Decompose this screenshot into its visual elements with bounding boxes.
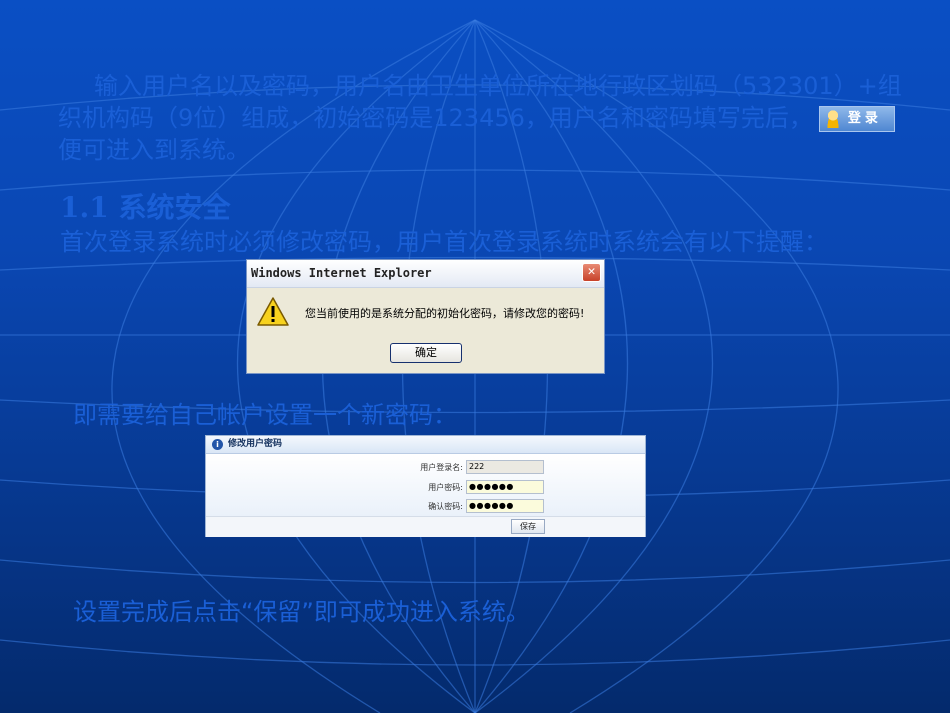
password-row: 用户密码: ●●●●●● <box>206 480 645 496</box>
password-field[interactable]: ●●●●●● <box>466 480 544 494</box>
change-password-panel: i 修改用户密码 用户登录名: 222 用户密码: ●●●●●● 确认密码: ●… <box>205 435 646 537</box>
username-row: 用户登录名: 222 <box>206 460 645 476</box>
user-icon <box>825 110 840 128</box>
close-icon[interactable]: ✕ <box>582 263 601 282</box>
set-password-text: 即需要给自己帐户设置一个新密码： <box>73 401 457 429</box>
intro-paragraph: 输入用户名以及密码，用户名由卫生单位所在地行政区划码（532301）+组织机构码… <box>58 70 918 166</box>
panel-body: 用户登录名: 222 用户密码: ●●●●●● 确认密码: ●●●●●● <box>206 454 645 516</box>
info-icon: i <box>212 439 223 450</box>
intro-text-before: 输入用户名以及密码，用户名由卫生单位所在地行政区划码（532301）+组织机构码… <box>58 72 902 132</box>
username-label: 用户登录名: <box>420 463 463 472</box>
intro-text-after: 便可进入到系统。 <box>58 136 250 164</box>
ok-button[interactable]: 确定 <box>390 343 462 363</box>
dialog-message: 您当前使用的是系统分配的初始化密码，请修改您的密码! <box>305 307 585 320</box>
confirm-password-label: 确认密码: <box>428 502 463 511</box>
panel-footer: 保存 <box>206 516 645 537</box>
after-save-text: 设置完成后点击“保留”即可成功进入系统。 <box>73 598 530 626</box>
password-label: 用户密码: <box>428 483 463 492</box>
login-button[interactable]: 登录 <box>818 106 895 132</box>
ie-alert-dialog: Windows Internet Explorer ✕ 您当前使用的是系统分配的… <box>246 259 605 374</box>
dialog-title: Windows Internet Explorer <box>251 266 432 280</box>
first-login-text: 首次登录系统时必须修改密码，用户首次登录系统时系统会有以下提醒： <box>60 228 828 256</box>
username-field: 222 <box>466 460 544 474</box>
section-heading: 1.1 系统安全 <box>60 191 231 224</box>
panel-header: i 修改用户密码 <box>206 436 645 454</box>
dialog-title-bar: Windows Internet Explorer ✕ <box>247 260 604 288</box>
warning-icon <box>257 297 289 326</box>
panel-title: 修改用户密码 <box>228 439 283 449</box>
confirm-password-field[interactable]: ●●●●●● <box>466 499 544 513</box>
confirm-row: 确认密码: ●●●●●● <box>206 499 645 515</box>
save-button[interactable]: 保存 <box>511 519 545 534</box>
